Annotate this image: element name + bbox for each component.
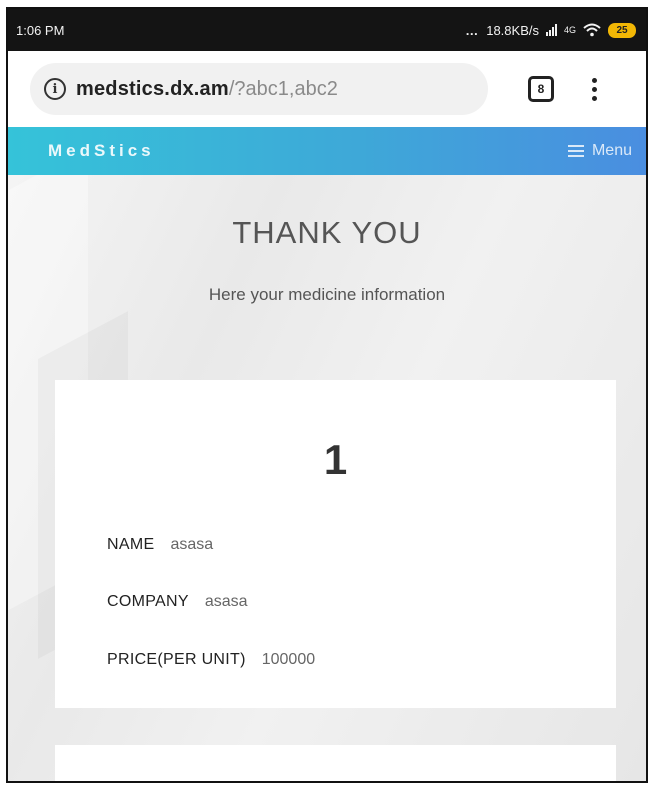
site-navbar: MedStics Menu	[8, 127, 646, 175]
medicine-card	[55, 745, 616, 781]
field-label: NAME	[107, 536, 155, 553]
signal-icon	[545, 24, 557, 36]
status-time: 1:06 PM	[16, 22, 65, 38]
wifi-icon	[583, 23, 601, 37]
tab-count: 8	[537, 82, 545, 96]
info-icon[interactable]: i	[44, 78, 66, 100]
main-content: THANK YOU Here your medicine information…	[8, 175, 646, 781]
kebab-menu-icon[interactable]	[592, 77, 597, 101]
menu-button[interactable]: Menu	[567, 142, 632, 160]
menu-label: Menu	[591, 142, 632, 159]
more-notifications-icon: …	[465, 22, 480, 38]
field-value: asasa	[170, 536, 214, 553]
battery-level: 25	[616, 24, 628, 36]
battery-icon: 25	[608, 22, 636, 38]
medicine-card: 1 NAME asasa COMPANY asasa PRICE(PER UNI…	[55, 380, 616, 708]
address-bar[interactable]: i medstics.dx.am/?abc1,abc2	[30, 63, 488, 115]
page-title: THANK YOU	[232, 215, 422, 250]
page-subtitle: Here your medicine information	[208, 285, 446, 304]
network-type: 4G	[563, 25, 576, 35]
brand-logo[interactable]: MedStics	[48, 141, 155, 161]
status-indicators: … 18.8KB/s 4G 25	[465, 22, 636, 38]
field-label: COMPANY	[107, 593, 189, 610]
hamburger-icon	[567, 145, 584, 157]
url-path: /?abc1,abc2	[228, 77, 338, 100]
phone-screen: 1:06 PM … 18.8KB/s 4G 25 i medstics.dx.a…	[6, 7, 648, 783]
browser-toolbar: i medstics.dx.am/?abc1,abc2 8	[8, 51, 646, 127]
card-number: 1	[323, 436, 348, 483]
field-label: PRICE(PER UNIT)	[107, 651, 246, 668]
network-speed: 18.8KB/s	[486, 22, 539, 38]
url-host: medstics.dx.am	[76, 77, 229, 100]
field-name: NAME asasa	[107, 536, 213, 554]
field-company: COMPANY asasa	[107, 593, 248, 611]
tabs-icon[interactable]: 8	[528, 76, 554, 102]
field-value: asasa	[204, 593, 248, 610]
status-bar: 1:06 PM … 18.8KB/s 4G 25	[8, 9, 646, 51]
field-price: PRICE(PER UNIT) 100000	[107, 651, 315, 669]
field-value: 100000	[261, 651, 316, 668]
